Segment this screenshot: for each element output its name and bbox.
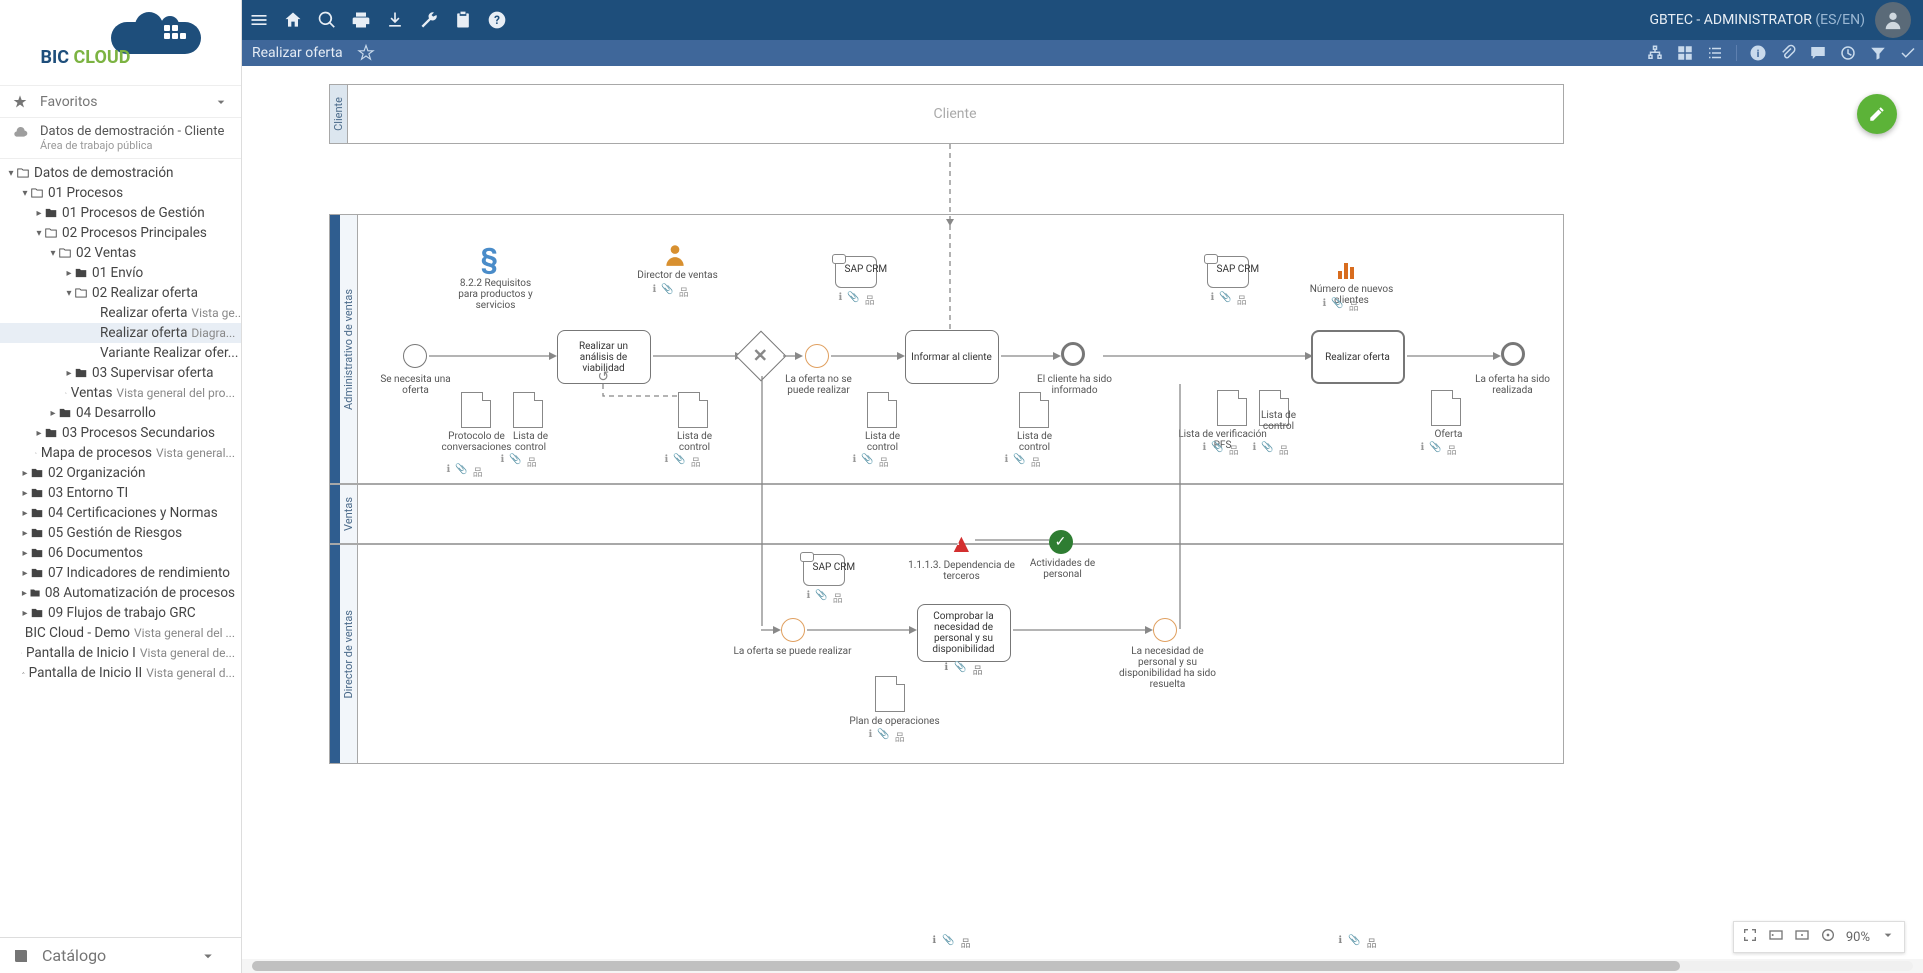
task-comprobar[interactable]: Comprobar la necesidad de personal y su … [917,604,1011,662]
tree-pp[interactable]: ▾02 Procesos Principales [0,223,241,243]
wrench-icon[interactable] [412,0,446,40]
sidebar-workspace[interactable]: Datos de demostración - ClienteÁrea de t… [0,118,241,159]
tree-pg[interactable]: ▸01 Procesos de Gestión [0,203,241,223]
zoom-dropdown-icon[interactable] [1880,927,1896,947]
kpi-icon[interactable] [1337,260,1355,285]
tree-rovg[interactable]: Realizar ofertaVista ge... [0,303,241,323]
tree-kpi[interactable]: ▸07 Indicadores de rendimiento [0,563,241,583]
search-icon[interactable] [310,0,344,40]
svg-text:i: i [1757,47,1760,60]
tree-grc[interactable]: ▸05 Gestión de Riesgos [0,523,241,543]
tree-proc[interactable]: ▾01 Procesos [0,183,241,203]
tree-root[interactable]: ▾Datos de demostración [0,163,241,183]
page-title: Realizar oferta [252,45,343,61]
tree-demo[interactable]: BIC Cloud - DemoVista general del ... [0,623,241,643]
menu-icon[interactable] [242,0,276,40]
fullscreen-icon[interactable] [1742,927,1758,947]
role-director-icon[interactable] [662,242,688,272]
sidebar-favorites[interactable]: Favoritos [0,86,241,118]
tree-rov[interactable]: Variante Realizar ofer... [0,343,241,363]
zoom-toolbar: 90% [1733,921,1905,953]
tree-des[interactable]: ▸04 Desarrollo [0,403,241,423]
avatar[interactable] [1875,2,1911,38]
doc-lc4[interactable] [1019,392,1049,428]
pool-cliente[interactable]: Cliente Cliente [329,84,1564,144]
hierarchy-icon[interactable] [1640,40,1670,66]
tree-pi1[interactable]: Pantalla de Inicio IVista general de... [0,643,241,663]
start-event[interactable] [403,344,427,368]
tree-ro[interactable]: ▾02 Realizar oferta [0,283,241,303]
grid-icon[interactable] [1670,40,1700,66]
control-icon[interactable]: ✓ [1049,530,1073,554]
doc-lc3[interactable] [867,392,897,428]
logo: BIC CLOUD [0,0,241,86]
tree-pi2[interactable]: Pantalla de Inicio IIVista general d... [0,663,241,683]
download-icon[interactable] [378,0,412,40]
home-icon[interactable] [276,0,310,40]
list-icon[interactable] [1700,40,1730,66]
sidebar-tree: ▾Datos de demostración▾01 Procesos▸01 Pr… [0,159,241,937]
comment-icon[interactable] [1803,40,1833,66]
doc-protocolo[interactable] [461,392,491,428]
task-realizar[interactable]: Realizar oferta [1311,330,1405,384]
fit-width-icon[interactable] [1768,927,1784,947]
tree-org[interactable]: ▸02 Organización [0,463,241,483]
tree-docf[interactable]: ▸06 Documentos [0,543,241,563]
requirement-icon[interactable]: § [481,242,499,275]
doc-plan[interactable] [875,676,905,712]
doc-oferta[interactable] [1431,390,1461,426]
doc-verif[interactable] [1217,390,1247,426]
lane-ventas[interactable]: Ventas [329,484,1564,544]
help-icon[interactable]: ? [480,0,514,40]
tree-auto[interactable]: ▸08 Automatización de procesos [0,583,241,603]
tree-ent[interactable]: ▸03 Entorno TI [0,483,241,503]
doc-lc2[interactable] [678,392,708,428]
tree-vt[interactable]: VentasVista general del pro... [0,383,241,403]
tree-ventas[interactable]: ▾02 Ventas [0,243,241,263]
tree-fgrc[interactable]: ▸09 Flujos de trabajo GRC [0,603,241,623]
info-icon[interactable]: i [1743,40,1773,66]
favorite-icon[interactable] [351,40,381,66]
tree-cert[interactable]: ▸04 Certificaciones y Normas [0,503,241,523]
tree-envio[interactable]: ▸01 Envío [0,263,241,283]
history-icon[interactable] [1833,40,1863,66]
sidebar-catalog[interactable]: Catálogo [0,937,241,973]
diagram-canvas[interactable]: Cliente Cliente Administrativo de ventas… [242,66,1923,959]
intermediate-no[interactable] [805,344,829,368]
print-icon[interactable] [344,0,378,40]
tree-mp[interactable]: Mapa de procesosVista general... [0,443,241,463]
user-label: GBTEC - ADMINISTRATOR (ES/EN) [1649,12,1865,28]
attachment-icon[interactable] [1773,40,1803,66]
tree-so[interactable]: ▸03 Supervisar oferta [0,363,241,383]
end-informado[interactable] [1061,342,1085,366]
filter-icon[interactable] [1863,40,1893,66]
intermediate-si[interactable] [781,618,805,642]
horizontal-scrollbar[interactable] [252,961,1913,971]
check-icon[interactable] [1893,40,1923,66]
intermediate-resuelta[interactable] [1153,618,1177,642]
zoom-level: 90% [1846,930,1870,945]
clipboard-icon[interactable] [446,0,480,40]
task-informar[interactable]: Informar al cliente [905,330,999,384]
doc-lc1[interactable] [513,392,543,428]
end-realizada[interactable] [1501,342,1525,366]
edit-fab[interactable] [1857,94,1897,134]
center-icon[interactable] [1820,927,1836,947]
tree-rod[interactable]: Realizar ofertaDiagra... [0,323,241,343]
risk-icon[interactable]: ▲! [949,528,975,559]
fit-page-icon[interactable] [1794,927,1810,947]
tree-ps[interactable]: ▸03 Procesos Secundarios [0,423,241,443]
svg-text:?: ? [494,13,500,27]
